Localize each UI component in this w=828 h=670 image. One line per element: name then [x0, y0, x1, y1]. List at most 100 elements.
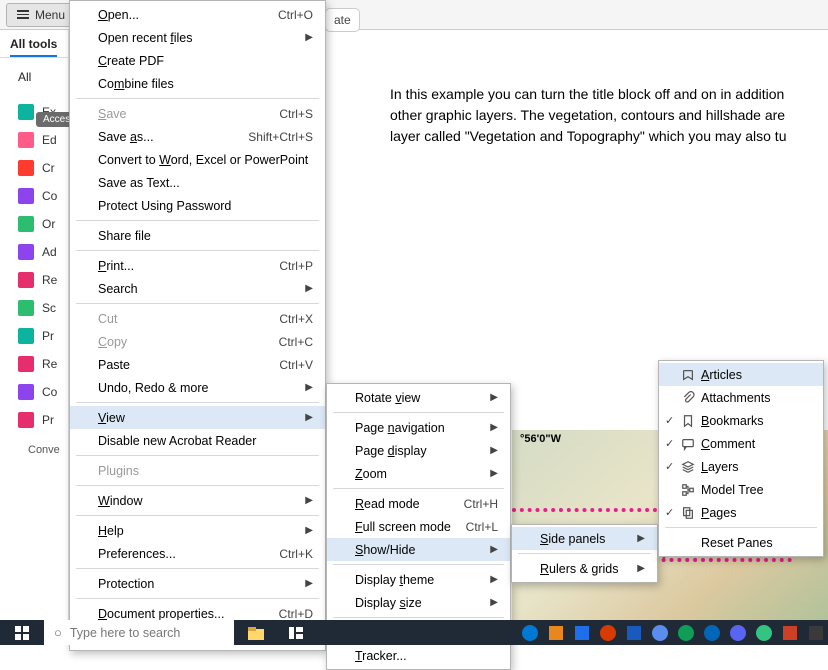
- tool-item[interactable]: Co: [0, 378, 68, 406]
- menu-item-label: Disable new Acrobat Reader: [98, 434, 313, 448]
- tool-item[interactable]: Or: [0, 210, 68, 238]
- tool-label: Re: [42, 357, 57, 371]
- menu-item[interactable]: Print...Ctrl+P: [70, 254, 325, 277]
- menu-item-label: Protection: [98, 577, 287, 591]
- menu-item[interactable]: ✓Bookmarks: [659, 409, 823, 432]
- menu-item[interactable]: Combine files: [70, 72, 325, 95]
- taskbar-app-icon[interactable]: [726, 620, 750, 645]
- menu-item[interactable]: Articles: [659, 363, 823, 386]
- menu-item[interactable]: ✓Pages: [659, 501, 823, 524]
- start-button[interactable]: [0, 620, 44, 645]
- submenu-arrow-icon: ▶: [305, 382, 313, 393]
- document-tab-fragment[interactable]: ate: [325, 8, 360, 32]
- menu-separator: [333, 488, 504, 489]
- menu-item[interactable]: Display theme▶: [327, 568, 510, 591]
- taskbar-search[interactable]: ○ Type here to search: [44, 620, 234, 645]
- taskbar-app-icon[interactable]: [596, 620, 620, 645]
- menu-item[interactable]: Display size▶: [327, 591, 510, 614]
- menu-item[interactable]: Show/Hide▶: [327, 538, 510, 561]
- menu-item-label: Share file: [98, 229, 313, 243]
- menu-item[interactable]: Convert to Word, Excel or PowerPoint: [70, 148, 325, 171]
- menu-item[interactable]: View▶: [70, 406, 325, 429]
- menu-item[interactable]: Open...Ctrl+O: [70, 3, 325, 26]
- body-text: In this example you can turn the title b…: [390, 84, 808, 147]
- menu-item[interactable]: Help▶: [70, 519, 325, 542]
- tool-item[interactable]: Cr: [0, 154, 68, 182]
- tool-item[interactable]: Sc: [0, 294, 68, 322]
- windows-icon: [15, 626, 29, 640]
- menu-item[interactable]: Tracker...: [327, 644, 510, 667]
- menu-item[interactable]: Disable new Acrobat Reader: [70, 429, 325, 452]
- menu-item-label: Model Tree: [701, 483, 811, 497]
- file-menu[interactable]: Open...Ctrl+OOpen recent files▶Create PD…: [69, 0, 326, 651]
- submenu-arrow-icon: ▶: [305, 525, 313, 536]
- menu-item[interactable]: Save as...Shift+Ctrl+S: [70, 125, 325, 148]
- menu-item[interactable]: Model Tree: [659, 478, 823, 501]
- taskbar-app-icon[interactable]: [622, 620, 646, 645]
- tool-item[interactable]: Ad: [0, 238, 68, 266]
- menu-item[interactable]: Attachments: [659, 386, 823, 409]
- menu-item[interactable]: Open recent files▶: [70, 26, 325, 49]
- submenu-arrow-icon: ▶: [490, 597, 498, 608]
- menu-item-label: Read mode: [355, 497, 464, 511]
- menu-item[interactable]: Page display▶: [327, 439, 510, 462]
- tool-item[interactable]: Pr: [0, 322, 68, 350]
- menu-item[interactable]: Read modeCtrl+H: [327, 492, 510, 515]
- menu-item[interactable]: Undo, Redo & more▶: [70, 376, 325, 399]
- menu-item[interactable]: Zoom▶: [327, 462, 510, 485]
- tool-label: Ed: [42, 133, 57, 147]
- taskbar-app-icon[interactable]: [518, 620, 542, 645]
- tool-icon: [18, 356, 34, 372]
- menu-item[interactable]: Side panels▶: [512, 527, 657, 550]
- menu-item: CutCtrl+X: [70, 307, 325, 330]
- menu-item[interactable]: Rotate view▶: [327, 386, 510, 409]
- side-panels-submenu[interactable]: ArticlesAttachments✓Bookmarks✓Comment✓La…: [658, 360, 824, 557]
- taskbar-app-icon[interactable]: [570, 620, 594, 645]
- menu-button[interactable]: Menu: [6, 3, 76, 27]
- tab-all-tools[interactable]: All tools: [10, 33, 57, 57]
- tool-item[interactable]: Re: [0, 266, 68, 294]
- menu-item-label: Window: [98, 494, 287, 508]
- menu-item[interactable]: Rulers & grids▶: [512, 557, 657, 580]
- show-hide-submenu[interactable]: Side panels▶ Rulers & grids▶: [511, 524, 658, 583]
- tool-icon: [18, 216, 34, 232]
- menu-item[interactable]: Window▶: [70, 489, 325, 512]
- menu-item[interactable]: Full screen modeCtrl+L: [327, 515, 510, 538]
- menu-item-label: Bookmarks: [701, 414, 811, 428]
- taskbar-app-icon[interactable]: [674, 620, 698, 645]
- tool-item[interactable]: Ed: [0, 126, 68, 154]
- taskbar-app-icon[interactable]: [804, 620, 828, 645]
- taskbar-app-icon[interactable]: [778, 620, 802, 645]
- menu-item[interactable]: PasteCtrl+V: [70, 353, 325, 376]
- menu-item[interactable]: Protection▶: [70, 572, 325, 595]
- menu-separator: [76, 250, 319, 251]
- menu-separator: [76, 303, 319, 304]
- menu-item[interactable]: ✓Comment: [659, 432, 823, 455]
- menu-item-label: Page navigation: [355, 421, 472, 435]
- taskbar-app-icon[interactable]: [544, 620, 568, 645]
- tool-item[interactable]: Co: [0, 182, 68, 210]
- menu-separator: [333, 617, 504, 618]
- taskbar-app-icon[interactable]: [752, 620, 776, 645]
- tool-item[interactable]: Pr: [0, 406, 68, 434]
- menu-shortcut: Ctrl+X: [279, 312, 313, 326]
- menu-item[interactable]: Protect Using Password: [70, 194, 325, 217]
- tool-list: ExEdCrCoOrAdReScPrReCoPr: [0, 92, 68, 434]
- tool-icon: [18, 132, 34, 148]
- menu-item[interactable]: Page navigation▶: [327, 416, 510, 439]
- menu-item[interactable]: Create PDF: [70, 49, 325, 72]
- taskbar-app-icon[interactable]: [234, 623, 278, 643]
- menu-item[interactable]: Share file: [70, 224, 325, 247]
- tool-icon: [18, 272, 34, 288]
- menu-item[interactable]: Preferences...Ctrl+K: [70, 542, 325, 565]
- taskbar-app-icon[interactable]: [278, 625, 314, 641]
- menu-item[interactable]: Reset Panes: [659, 531, 823, 554]
- menu-item[interactable]: ✓Layers: [659, 455, 823, 478]
- windows-taskbar[interactable]: ○ Type here to search: [0, 620, 828, 645]
- submenu-arrow-icon: ▶: [305, 412, 313, 423]
- taskbar-app-icon[interactable]: [700, 620, 724, 645]
- menu-item[interactable]: Search▶: [70, 277, 325, 300]
- tool-item[interactable]: Re: [0, 350, 68, 378]
- taskbar-app-icon[interactable]: [648, 620, 672, 645]
- menu-item[interactable]: Save as Text...: [70, 171, 325, 194]
